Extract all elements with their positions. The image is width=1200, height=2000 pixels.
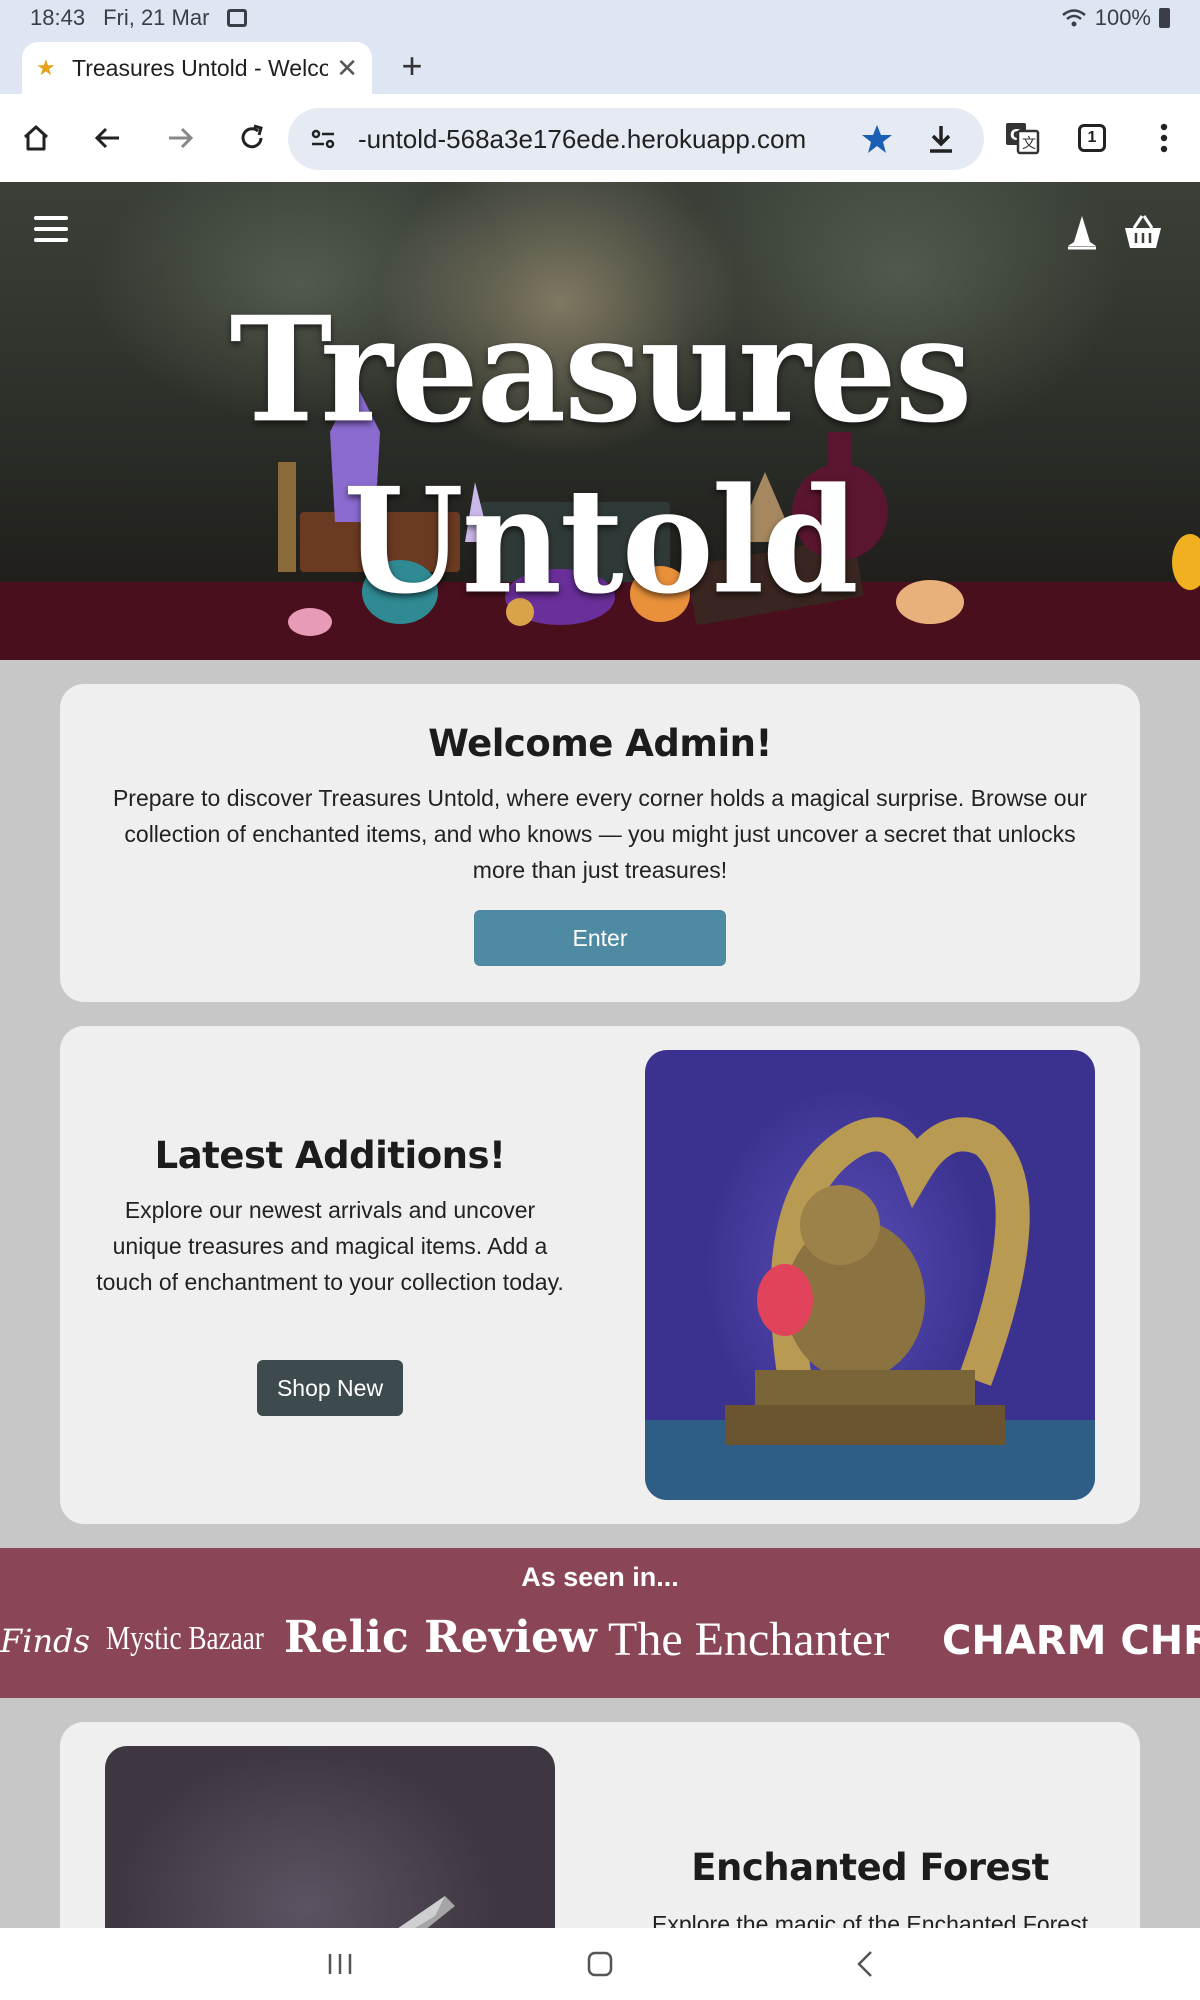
- genie-lamp-favicon-icon: ★: [36, 55, 56, 80]
- hero-banner: Treasures Untold: [0, 182, 1200, 660]
- welcome-heading: Welcome Admin!: [428, 722, 772, 765]
- home-icon: [23, 125, 49, 151]
- new-tab-button[interactable]: +: [392, 46, 432, 86]
- gallery-notification-icon: [227, 9, 248, 27]
- press-logo-mystic-bazaar: Mystic Bazaar: [106, 1620, 264, 1657]
- reload-icon: [241, 124, 263, 149]
- translate-icon: G文: [1006, 123, 1040, 155]
- battery-icon: [1159, 8, 1170, 28]
- hamburger-menu-icon[interactable]: [34, 216, 68, 246]
- wizard-hat-account-icon[interactable]: [1064, 212, 1100, 252]
- latest-text: Explore our newest arrivals and uncover …: [96, 1197, 564, 1295]
- welcome-card: Welcome Admin! Prepare to discover Treas…: [60, 684, 1140, 1002]
- tab-title: Treasures Untold - Welcome: [72, 54, 329, 81]
- welcome-text: Prepare to discover Treasures Untold, wh…: [112, 785, 1088, 883]
- tab-count-icon: 1: [1078, 124, 1106, 152]
- svg-text:文: 文: [1022, 136, 1036, 152]
- wifi-icon: [1061, 9, 1086, 27]
- browser-tab[interactable]: ★ Treasures Untold - Welcome ✕: [22, 42, 372, 94]
- status-bar: 18:43 Fri, 21 Mar 100%: [0, 0, 1200, 36]
- site-settings-icon[interactable]: [310, 126, 336, 152]
- press-logo-finds: Finds: [0, 1622, 90, 1660]
- hero-title: Treasures Untold: [229, 283, 973, 627]
- press-band: As seen in... Finds Mystic Bazaar Relic …: [0, 1548, 1200, 1698]
- address-bar[interactable]: -untold-568a3e176ede.herokuapp.com: [288, 108, 984, 170]
- forward-button[interactable]: [158, 116, 202, 160]
- recent-apps-icon[interactable]: [320, 1946, 360, 1982]
- status-date: Fri, 21 Mar: [103, 5, 210, 30]
- url-text[interactable]: -untold-568a3e176ede.herokuapp.com: [358, 108, 838, 170]
- status-time: 18:43: [30, 5, 86, 30]
- back-nav-icon[interactable]: [846, 1946, 886, 1982]
- press-logo-relic-review: Relic Review: [284, 1612, 597, 1663]
- system-navigation-bar: [0, 1928, 1200, 2000]
- translate-button[interactable]: G文: [1000, 116, 1044, 160]
- forest-heading: Enchanted Forest: [691, 1846, 1049, 1889]
- press-logo-charm-chronicle: CHARM CHRON: [942, 1618, 1200, 1664]
- shopping-basket-icon[interactable]: [1122, 212, 1164, 252]
- bookmark-star-icon[interactable]: [860, 122, 894, 156]
- tab-switcher-button[interactable]: 1: [1070, 116, 1114, 160]
- battery-percent: 100%: [1094, 5, 1151, 30]
- reload-button[interactable]: [230, 116, 274, 160]
- enter-button[interactable]: Enter: [474, 910, 726, 966]
- arrow-left-icon: [94, 127, 119, 149]
- press-logo-the-enchanter: The Enchanter: [608, 1613, 890, 1666]
- home-button[interactable]: [14, 116, 58, 160]
- shop-new-button[interactable]: Shop New: [257, 1360, 403, 1416]
- monkey-idol-image[interactable]: [645, 1050, 1095, 1500]
- more-menu-button[interactable]: [1142, 116, 1186, 160]
- download-icon[interactable]: [924, 122, 958, 156]
- press-label: As seen in...: [521, 1562, 679, 1592]
- browser-toolbar: -untold-568a3e176ede.herokuapp.com G文 1: [0, 94, 1200, 182]
- more-vertical-icon: [1160, 123, 1168, 153]
- close-tab-icon[interactable]: ✕: [336, 53, 358, 84]
- home-nav-icon[interactable]: [580, 1946, 620, 1982]
- back-button[interactable]: [86, 116, 130, 160]
- latest-heading: Latest Additions!: [154, 1134, 506, 1177]
- latest-additions-card: Latest Additions! Explore our newest arr…: [60, 1026, 1140, 1524]
- tab-count: 1: [1087, 129, 1097, 146]
- tab-strip: ★ Treasures Untold - Welcome ✕ +: [0, 36, 1200, 94]
- arrow-right-icon: [169, 127, 194, 149]
